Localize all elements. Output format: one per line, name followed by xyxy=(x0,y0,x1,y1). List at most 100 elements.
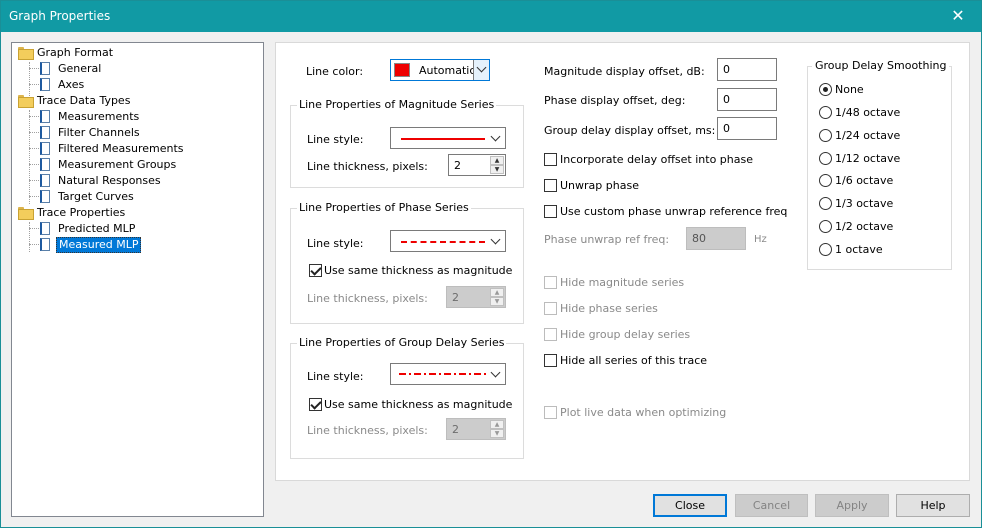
hide-magnitude-checkbox[interactable] xyxy=(544,276,557,289)
hide-delay-checkbox[interactable] xyxy=(544,328,557,341)
phase-same-thickness-checkbox[interactable] xyxy=(309,264,322,277)
chevron-down-icon xyxy=(491,369,501,379)
document-icon xyxy=(40,238,50,251)
smoothing-1-24-radio[interactable] xyxy=(819,129,832,142)
tree-item-measured-mlp[interactable]: Measured MLP xyxy=(40,236,142,253)
solid-line-sample xyxy=(401,138,485,140)
phase-thickness-spinner[interactable]: 2 ▲ ▼ xyxy=(446,286,506,308)
spin-up-icon[interactable]: ▲ xyxy=(490,420,504,429)
tree-item-label: Axes xyxy=(58,77,85,91)
group-delay-smoothing-group: Group Delay Smoothing None 1/48 octave 1… xyxy=(807,59,952,270)
smoothing-1-6-radio[interactable] xyxy=(819,174,832,187)
tree-item-label: Graph Format xyxy=(37,45,114,59)
phase-line-style-dropdown[interactable] xyxy=(390,230,506,252)
tree-item-label: Measurement Groups xyxy=(58,157,177,171)
incorporate-delay-checkbox[interactable] xyxy=(544,153,557,166)
custom-unwrap-checkbox[interactable] xyxy=(544,205,557,218)
spin-up-icon[interactable]: ▲ xyxy=(490,156,504,165)
custom-unwrap-label: Use custom phase unwrap reference freq xyxy=(560,205,788,218)
dash-dot-line-sample xyxy=(399,373,487,375)
document-icon xyxy=(40,110,50,123)
smoothing-1-2-radio[interactable] xyxy=(819,220,832,233)
phase-offset-input[interactable]: 0 xyxy=(717,88,777,111)
chevron-down-icon xyxy=(491,133,501,143)
smoothing-option-label: 1 octave xyxy=(835,243,883,256)
magnitude-thickness-value: 2 xyxy=(454,159,461,172)
tree-item-trace-data-types[interactable]: Trace Data Types xyxy=(18,93,132,108)
hide-all-checkbox[interactable] xyxy=(544,354,557,367)
tree-item-measurement-groups[interactable]: Measurement Groups xyxy=(40,157,178,172)
document-icon xyxy=(40,222,50,235)
document-icon xyxy=(40,158,50,171)
tree-item-axes[interactable]: Axes xyxy=(40,77,86,92)
tree-item-predicted-mlp[interactable]: Predicted MLP xyxy=(40,221,137,236)
trace-properties-panel: Line color: Automatic Line Properties of… xyxy=(275,42,970,481)
graph-properties-dialog: Graph Properties ✕ Graph Format General … xyxy=(0,0,982,528)
document-icon xyxy=(40,190,50,203)
smoothing-1-3-radio[interactable] xyxy=(819,197,832,210)
delay-line-style-dropdown[interactable] xyxy=(390,363,506,385)
magnitude-line-style-dropdown[interactable] xyxy=(390,127,506,149)
group-delay-line-group: Line Properties of Group Delay Series Li… xyxy=(290,336,524,459)
delay-same-thickness-label: Use same thickness as magnitude xyxy=(324,398,513,411)
magnitude-offset-input[interactable]: 0 xyxy=(717,58,777,81)
smoothing-none-radio[interactable] xyxy=(819,83,832,96)
line-color-dropdown-button[interactable] xyxy=(473,60,489,80)
phase-thickness-value: 2 xyxy=(452,291,459,304)
tree-item-label: Natural Responses xyxy=(58,173,161,187)
delay-same-thickness-checkbox[interactable] xyxy=(309,398,322,411)
document-icon xyxy=(40,174,50,187)
smoothing-1-12-radio[interactable] xyxy=(819,152,832,165)
magnitude-line-group: Line Properties of Magnitude Series Line… xyxy=(290,98,524,188)
chevron-down-icon xyxy=(491,236,501,246)
delay-offset-input[interactable]: 0 xyxy=(717,117,777,140)
smoothing-option-label: None xyxy=(835,83,864,96)
tree-item-label: Filtered Measurements xyxy=(58,141,184,155)
close-window-icon[interactable]: ✕ xyxy=(935,1,981,32)
apply-button[interactable]: Apply xyxy=(815,494,889,517)
tree-item-filtered-measurements[interactable]: Filtered Measurements xyxy=(40,141,186,156)
smoothing-1-octave-radio[interactable] xyxy=(819,243,832,256)
title-bar[interactable]: Graph Properties ✕ xyxy=(1,1,981,32)
smoothing-option-label: 1/12 octave xyxy=(835,152,901,165)
smoothing-option-label: 1/2 octave xyxy=(835,220,894,233)
document-icon xyxy=(40,126,50,139)
line-color-dropdown[interactable]: Automatic xyxy=(390,59,490,81)
chevron-down-icon xyxy=(477,64,487,74)
phase-line-group: Line Properties of Phase Series Line sty… xyxy=(290,201,524,324)
tree-item-natural-responses[interactable]: Natural Responses xyxy=(40,173,163,188)
phase-offset-label: Phase display offset, deg: xyxy=(544,94,686,107)
smoothing-1-48-radio[interactable] xyxy=(819,106,832,119)
spin-down-icon[interactable]: ▼ xyxy=(490,165,504,174)
cancel-button[interactable]: Cancel xyxy=(735,494,808,517)
spin-down-icon[interactable]: ▼ xyxy=(490,297,504,306)
hide-phase-checkbox[interactable] xyxy=(544,302,557,315)
document-icon xyxy=(40,142,50,155)
spin-up-icon[interactable]: ▲ xyxy=(490,288,504,297)
tree-item-filter-channels[interactable]: Filter Channels xyxy=(40,125,142,140)
tree-item-graph-format[interactable]: Graph Format xyxy=(18,45,115,60)
unwrap-ref-input[interactable]: 80 xyxy=(686,227,746,250)
help-button[interactable]: Help xyxy=(896,494,970,517)
plot-live-label: Plot live data when optimizing xyxy=(560,406,727,419)
plot-live-checkbox[interactable] xyxy=(544,406,557,419)
unwrap-ref-label: Phase unwrap ref freq: xyxy=(544,233,670,246)
window-title: Graph Properties xyxy=(9,9,111,23)
magnitude-thickness-spinner[interactable]: 2 ▲ ▼ xyxy=(448,154,506,176)
close-button[interactable]: Close xyxy=(653,494,727,517)
hide-magnitude-label: Hide magnitude series xyxy=(560,276,685,289)
settings-tree[interactable]: Graph Format General Axes Trace Data Typ… xyxy=(11,42,264,517)
tree-item-label: Target Curves xyxy=(58,189,134,203)
phase-group-title: Line Properties of Phase Series xyxy=(297,201,471,214)
unwrap-phase-checkbox[interactable] xyxy=(544,179,557,192)
tree-item-trace-properties[interactable]: Trace Properties xyxy=(18,205,127,220)
delay-thickness-spinner[interactable]: 2 ▲ ▼ xyxy=(446,418,506,440)
hide-phase-label: Hide phase series xyxy=(560,302,658,315)
phase-same-thickness-label: Use same thickness as magnitude xyxy=(324,264,513,277)
phase-offset-value: 0 xyxy=(723,93,730,106)
spin-down-icon[interactable]: ▼ xyxy=(490,429,504,438)
magnitude-offset-value: 0 xyxy=(723,63,730,76)
tree-item-general[interactable]: General xyxy=(40,61,103,76)
tree-item-measurements[interactable]: Measurements xyxy=(40,109,141,124)
tree-item-target-curves[interactable]: Target Curves xyxy=(40,189,136,204)
